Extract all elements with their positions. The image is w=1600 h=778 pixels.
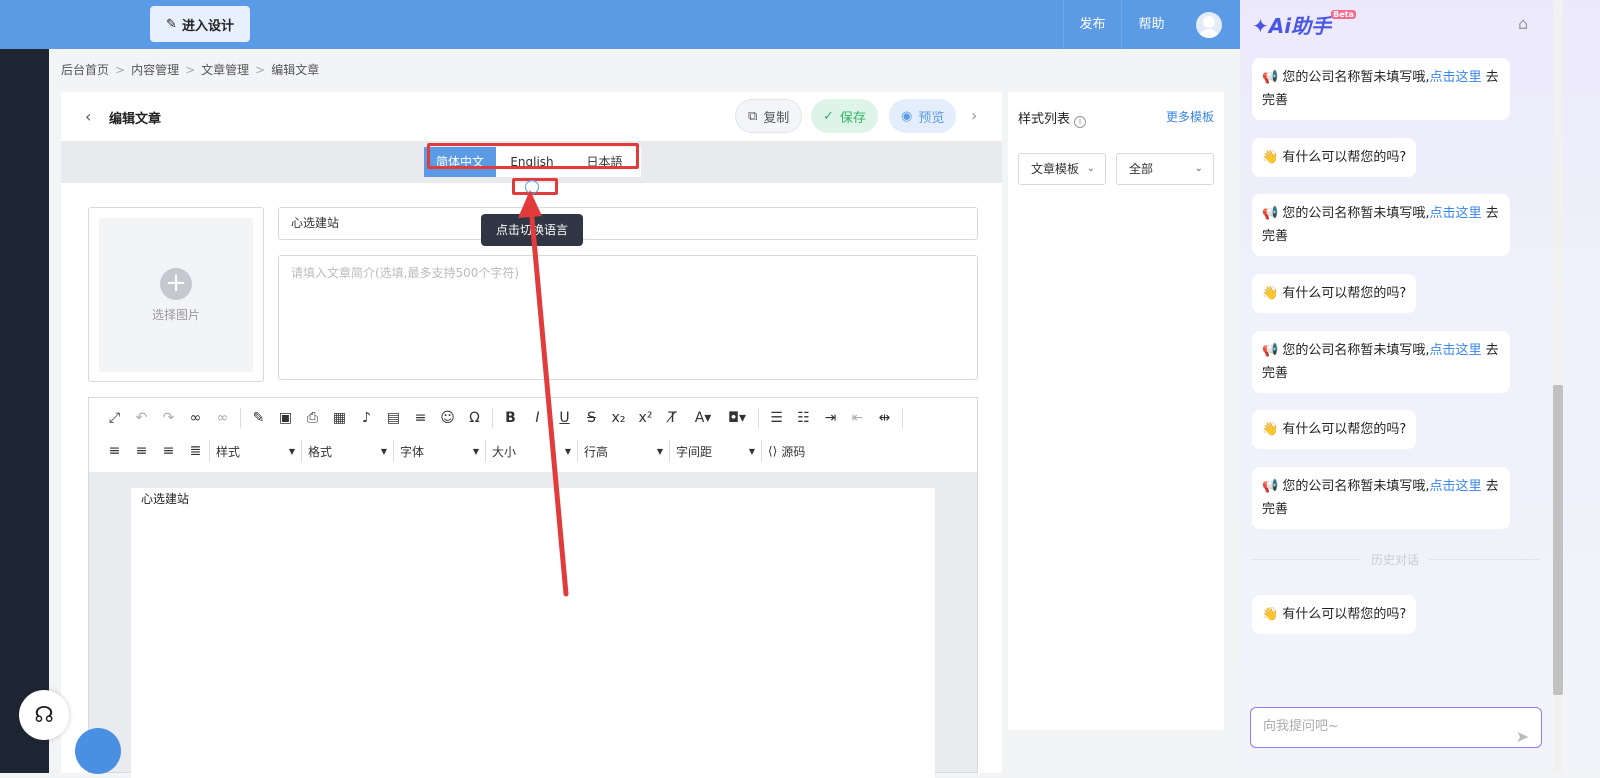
style-list-panel: 样式列表 i 更多模板 文章模板 ⌄ 全部 ⌄ bbox=[1008, 92, 1224, 730]
history-divider: 历史对话 bbox=[1250, 548, 1541, 570]
complete-info-link[interactable]: 点击这里 bbox=[1429, 479, 1481, 494]
message-text: 有什么可以帮您的吗? bbox=[1282, 422, 1407, 437]
message-text: 您的公司名称暂未填写哦, bbox=[1282, 343, 1430, 358]
style-list-title: 样式列表 i bbox=[1018, 108, 1087, 128]
filter-value: 全部 bbox=[1129, 162, 1154, 176]
chat-message: 📢 您的公司名称暂未填写哦,点击这里 去完善 bbox=[1252, 58, 1510, 120]
ai-assistant-panel: ✦Ai助手 Beta ⌂ 📢 您的公司名称暂未填写哦,点击这里 去完善 👋 有什么… bbox=[1240, 0, 1600, 773]
chat-message: 📢 您的公司名称暂未填写哦,点击这里 去完善 bbox=[1252, 331, 1510, 393]
ai-chat-input[interactable]: 向我提问吧~ ➤ bbox=[1250, 707, 1542, 748]
beta-badge: Beta bbox=[1331, 10, 1356, 19]
message-text: 您的公司名称暂未填写哦, bbox=[1282, 206, 1430, 221]
send-icon[interactable]: ➤ bbox=[1516, 718, 1529, 756]
chat-message: 👋 有什么可以帮您的吗? bbox=[1252, 410, 1417, 449]
floating-widget-button[interactable] bbox=[75, 728, 121, 774]
chat-message: 📢 您的公司名称暂未填写哦,点击这里 去完善 bbox=[1252, 467, 1510, 529]
message-text: 有什么可以帮您的吗? bbox=[1282, 150, 1407, 165]
divider-line bbox=[1429, 558, 1541, 560]
info-icon[interactable]: i bbox=[1074, 116, 1087, 128]
ai-logo-text: Ai助手 bbox=[1268, 14, 1332, 38]
chat-message: 📢 您的公司名称暂未填写哦,点击这里 去完善 bbox=[1252, 194, 1510, 256]
ai-input-placeholder: 向我提问吧~ bbox=[1263, 719, 1339, 734]
message-text: 有什么可以帮您的吗? bbox=[1282, 607, 1407, 622]
history-label: 历史对话 bbox=[1371, 552, 1420, 567]
template-type-select[interactable]: 文章模板 ⌄ bbox=[1018, 153, 1106, 185]
message-text: 有什么可以帮您的吗? bbox=[1282, 286, 1407, 301]
chevron-down-icon: ⌄ bbox=[1086, 163, 1095, 174]
headset-support-icon[interactable]: ☊ bbox=[19, 690, 69, 740]
filter-select[interactable]: 全部 ⌄ bbox=[1116, 153, 1214, 185]
message-text: 您的公司名称暂未填写哦, bbox=[1282, 479, 1430, 494]
complete-info-link[interactable]: 点击这里 bbox=[1429, 206, 1481, 221]
chat-message: 👋 有什么可以帮您的吗? bbox=[1252, 138, 1417, 177]
complete-info-link[interactable]: 点击这里 bbox=[1429, 343, 1481, 358]
divider-line bbox=[1250, 558, 1361, 560]
scrollbar-thumb[interactable] bbox=[1553, 385, 1563, 695]
complete-info-link[interactable]: 点击这里 bbox=[1429, 70, 1481, 85]
basket-icon[interactable]: ⌂ bbox=[1518, 14, 1528, 33]
magic-wand-icon: ✦ bbox=[1252, 14, 1269, 38]
chat-message: 👋 有什么可以帮您的吗? bbox=[1252, 274, 1417, 313]
style-list-title-text: 样式列表 bbox=[1018, 112, 1071, 127]
chat-message: 👋 有什么可以帮您的吗? bbox=[1252, 595, 1417, 634]
message-text: 您的公司名称暂未填写哦, bbox=[1282, 70, 1430, 85]
ai-logo: ✦Ai助手 Beta bbox=[1252, 10, 1356, 39]
chevron-down-icon: ⌄ bbox=[1194, 163, 1203, 174]
template-type-value: 文章模板 bbox=[1031, 162, 1080, 176]
more-templates-link[interactable]: 更多模板 bbox=[1166, 108, 1214, 125]
